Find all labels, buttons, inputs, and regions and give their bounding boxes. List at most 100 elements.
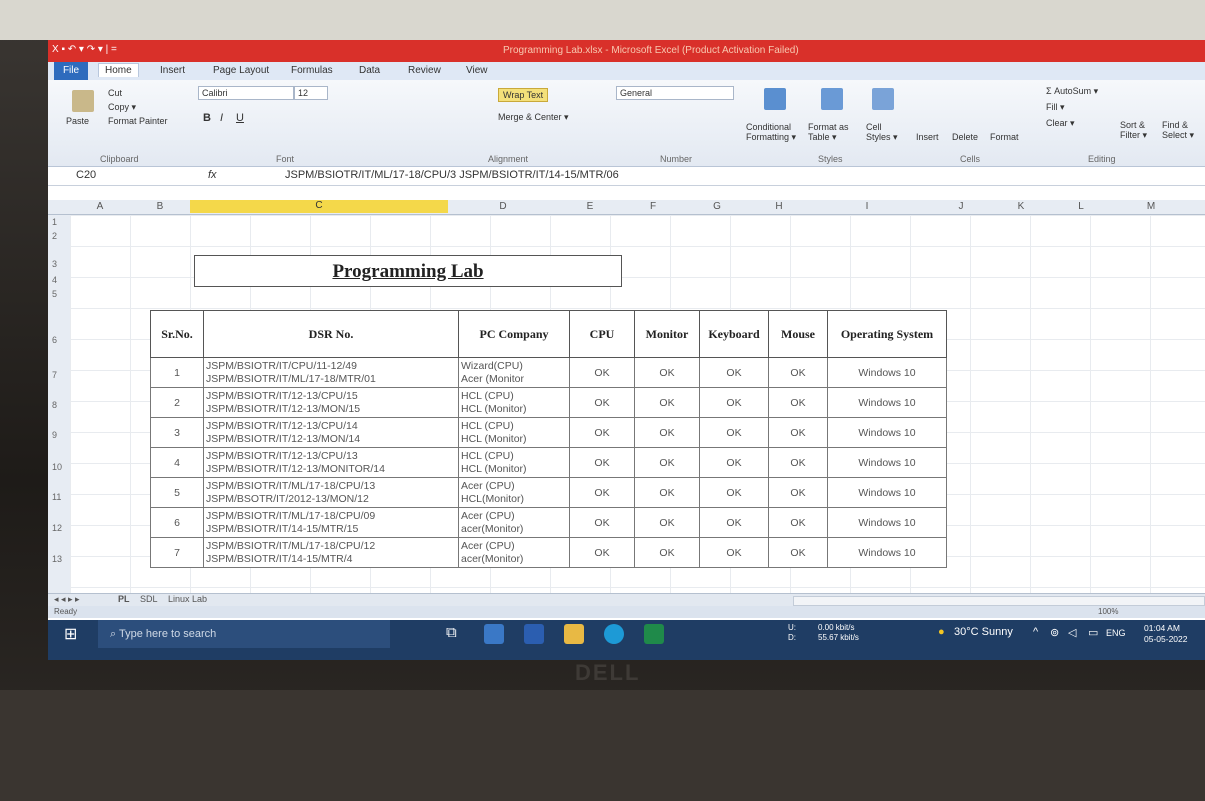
- format-as-table-button[interactable]: Format as Table ▾: [808, 122, 863, 143]
- column-header-a[interactable]: A: [70, 201, 130, 212]
- tab-view[interactable]: View: [466, 65, 488, 76]
- column-header-f[interactable]: F: [622, 201, 684, 212]
- horizontal-scrollbar[interactable]: [793, 596, 1205, 606]
- cell-cpu[interactable]: OK: [569, 447, 635, 478]
- cell-sr-no[interactable]: 4: [150, 447, 204, 478]
- cell-mouse[interactable]: OK: [768, 537, 828, 568]
- cell-keyboard[interactable]: OK: [699, 507, 769, 538]
- clear-button[interactable]: Clear ▾: [1046, 118, 1075, 129]
- col-header-pc-company[interactable]: PC Company: [458, 310, 570, 358]
- column-header-m[interactable]: M: [1116, 201, 1186, 212]
- number-format-select[interactable]: General: [616, 86, 734, 100]
- col-header-dsr-no[interactable]: DSR No.: [203, 310, 459, 358]
- col-header-keyboard[interactable]: Keyboard: [699, 310, 769, 358]
- col-header-operating-system[interactable]: Operating System: [827, 310, 947, 358]
- format-painter-button[interactable]: Format Painter: [108, 116, 168, 126]
- cell-dsr-no[interactable]: JSPM/BSIOTR/IT/ML/17-18/CPU/12 JSPM/BSIOT…: [203, 537, 459, 568]
- column-header-i[interactable]: I: [808, 201, 926, 212]
- underline-button[interactable]: U: [236, 112, 244, 124]
- cell-keyboard[interactable]: OK: [699, 477, 769, 508]
- cell-dsr-no[interactable]: JSPM/BSIOTR/IT/12-13/CPU/14 JSPM/BSIOTR/I…: [203, 417, 459, 448]
- edge-icon[interactable]: [604, 624, 624, 644]
- weather-widget[interactable]: 30°C Sunny: [954, 626, 1013, 638]
- font-size-select[interactable]: 12: [294, 86, 328, 100]
- cell-dsr-no[interactable]: JSPM/BSIOTR/IT/ML/17-18/CPU/09 JSPM/BSIOT…: [203, 507, 459, 538]
- clock-date[interactable]: 05-05-2022: [1144, 634, 1187, 644]
- cell-mouse[interactable]: OK: [768, 387, 828, 418]
- cell-monitor[interactable]: OK: [634, 477, 700, 508]
- row-header[interactable]: 9: [52, 430, 57, 440]
- conditional-formatting-icon[interactable]: [764, 88, 786, 110]
- notification-icon[interactable]: ▭: [1088, 626, 1098, 639]
- wrap-text-button[interactable]: Wrap Text: [498, 88, 549, 102]
- row-header[interactable]: 6: [52, 335, 57, 345]
- cell-pc-company[interactable]: Wizard(CPU) Acer (Monitor: [458, 357, 570, 388]
- copy-button[interactable]: Copy ▾: [108, 102, 136, 113]
- fill-button[interactable]: Fill ▾: [1046, 102, 1065, 113]
- cell-monitor[interactable]: OK: [634, 447, 700, 478]
- tab-insert[interactable]: Insert: [160, 65, 185, 76]
- cell-mouse[interactable]: OK: [768, 477, 828, 508]
- format-cells-button[interactable]: Format: [990, 132, 1019, 142]
- cell-keyboard[interactable]: OK: [699, 537, 769, 568]
- sheet-title-cell[interactable]: Programming Lab: [194, 255, 622, 287]
- delete-cells-button[interactable]: Delete: [952, 132, 978, 142]
- tab-home[interactable]: Home: [98, 63, 139, 77]
- cell-sr-no[interactable]: 3: [150, 417, 204, 448]
- word-icon[interactable]: [524, 624, 544, 644]
- row-header[interactable]: 4: [52, 275, 57, 285]
- row-header[interactable]: 3: [52, 259, 57, 269]
- file-explorer-icon[interactable]: [564, 624, 584, 644]
- cell-pc-company[interactable]: HCL (CPU) HCL (Monitor): [458, 447, 570, 478]
- excel-icon[interactable]: [644, 624, 664, 644]
- merge-center-button[interactable]: Merge & Center ▾: [498, 112, 569, 123]
- store-icon[interactable]: [484, 624, 504, 644]
- cell-mouse[interactable]: OK: [768, 417, 828, 448]
- cell-operating-system[interactable]: Windows 10: [827, 387, 947, 418]
- clock-time[interactable]: 01:04 AM: [1144, 623, 1180, 633]
- cell-operating-system[interactable]: Windows 10: [827, 447, 947, 478]
- cell-operating-system[interactable]: Windows 10: [827, 507, 947, 538]
- cell-monitor[interactable]: OK: [634, 417, 700, 448]
- bold-button[interactable]: B: [203, 112, 211, 124]
- cell-dsr-no[interactable]: JSPM/BSIOTR/IT/12-13/CPU/13 JSPM/BSIOTR/I…: [203, 447, 459, 478]
- tab-review[interactable]: Review: [408, 65, 441, 76]
- autosum-button[interactable]: Σ AutoSum ▾: [1046, 86, 1098, 97]
- cell-keyboard[interactable]: OK: [699, 417, 769, 448]
- cell-dsr-no[interactable]: JSPM/BSIOTR/IT/ML/17-18/CPU/13 JSPM/BSOTR…: [203, 477, 459, 508]
- sheet-nav-arrows-icon[interactable]: ◂ ◂ ▸ ▸: [54, 594, 80, 605]
- cut-button[interactable]: Cut: [108, 88, 122, 98]
- cell-dsr-no[interactable]: JSPM/BSIOTR/IT/CPU/11-12/49 JSPM/BSIOTR/I…: [203, 357, 459, 388]
- cell-pc-company[interactable]: Acer (CPU) acer(Monitor): [458, 507, 570, 538]
- paste-icon[interactable]: [72, 90, 94, 112]
- cell-mouse[interactable]: OK: [768, 447, 828, 478]
- column-header-b[interactable]: B: [130, 201, 190, 212]
- row-header[interactable]: 7: [52, 370, 57, 380]
- tab-formulas[interactable]: Formulas: [291, 65, 333, 76]
- column-header-j[interactable]: J: [926, 201, 996, 212]
- row-header[interactable]: 2: [52, 231, 57, 241]
- cell-mouse[interactable]: OK: [768, 357, 828, 388]
- sheet-tab-pl[interactable]: PL: [118, 594, 130, 604]
- col-header-cpu[interactable]: CPU: [569, 310, 635, 358]
- column-header-l[interactable]: L: [1046, 201, 1116, 212]
- conditional-formatting-button[interactable]: Conditional Formatting ▾: [746, 122, 801, 143]
- cell-pc-company[interactable]: Acer (CPU) HCL(Monitor): [458, 477, 570, 508]
- cell-mouse[interactable]: OK: [768, 507, 828, 538]
- network-icon[interactable]: ⊚: [1050, 626, 1059, 639]
- language-indicator[interactable]: ENG: [1106, 628, 1126, 638]
- zoom-level[interactable]: 100%: [1098, 607, 1118, 616]
- cell-cpu[interactable]: OK: [569, 387, 635, 418]
- row-header[interactable]: 8: [52, 400, 57, 410]
- cell-keyboard[interactable]: OK: [699, 357, 769, 388]
- cell-keyboard[interactable]: OK: [699, 387, 769, 418]
- column-header-c[interactable]: C: [190, 200, 448, 213]
- cell-cpu[interactable]: OK: [569, 537, 635, 568]
- cell-monitor[interactable]: OK: [634, 387, 700, 418]
- cell-pc-company[interactable]: Acer (CPU) acer(Monitor): [458, 537, 570, 568]
- col-header-monitor[interactable]: Monitor: [634, 310, 700, 358]
- taskbar-search-input[interactable]: ⌕ Type here to search: [98, 620, 390, 648]
- column-header-k[interactable]: K: [996, 201, 1046, 212]
- column-header-d[interactable]: D: [448, 201, 558, 212]
- cell-styles-button[interactable]: Cell Styles ▾: [866, 122, 906, 143]
